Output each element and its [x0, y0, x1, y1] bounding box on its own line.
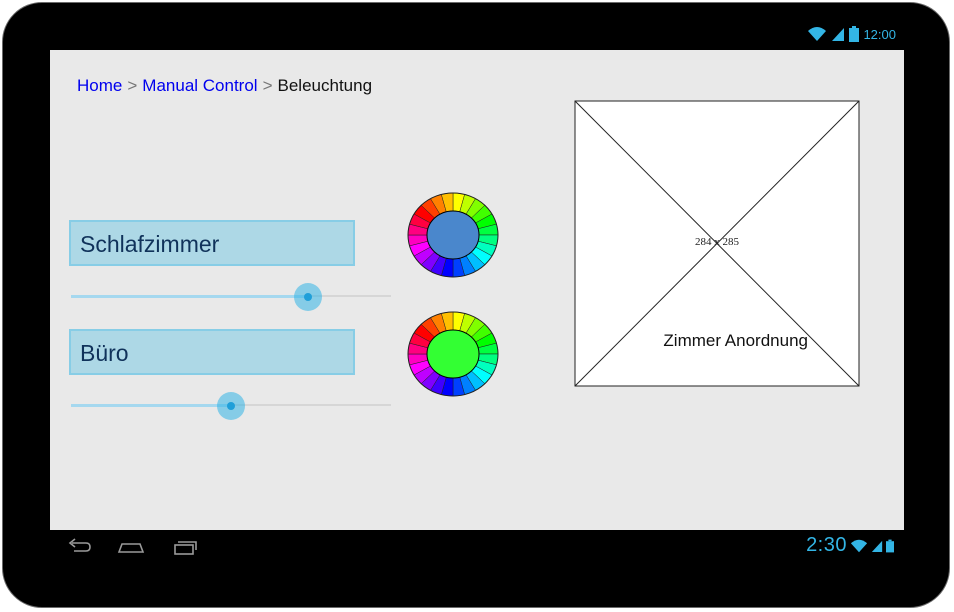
- signal-icon: [832, 28, 845, 41]
- home-icon[interactable]: [116, 536, 146, 558]
- color-wheel-schlafzimmer[interactable]: [407, 192, 499, 278]
- slider-thumb[interactable]: [217, 392, 245, 420]
- room-layout-image: 284 x 285 Zimmer Anordnung: [574, 100, 860, 387]
- breadcrumb-current: Beleuchtung: [277, 76, 373, 95]
- image-caption: Zimmer Anordnung: [663, 331, 808, 350]
- navigation-bar: 2:30: [50, 530, 904, 564]
- top-status-bar: 12:00: [50, 24, 904, 50]
- image-size-label: 284 x 285: [695, 236, 739, 248]
- recent-apps-icon[interactable]: [170, 536, 200, 558]
- app-screen: Home > Manual Control > Beleuchtung Schlafzi…: [50, 50, 904, 530]
- breadcrumb-manual-control-link[interactable]: Manual Control: [142, 76, 257, 95]
- wifi-icon: [808, 27, 827, 41]
- slider-fill: [71, 404, 231, 407]
- battery-icon: [886, 539, 894, 552]
- brightness-slider-schlafzimmer[interactable]: [71, 283, 391, 311]
- selected-color-swatch: [426, 210, 480, 260]
- wifi-icon: [850, 539, 868, 552]
- slider-thumb[interactable]: [293, 283, 322, 311]
- breadcrumb: Home > Manual Control > Beleuchtung: [77, 76, 372, 96]
- selected-color-swatch: [426, 329, 480, 379]
- breadcrumb-home-link[interactable]: Home: [77, 76, 122, 95]
- signal-icon: [871, 540, 883, 552]
- brightness-slider-buero[interactable]: [71, 392, 391, 420]
- nav-clock: 2:30: [806, 534, 847, 556]
- breadcrumb-separator: >: [262, 76, 273, 95]
- breadcrumb-separator: >: [127, 76, 138, 95]
- slider-fill: [71, 295, 308, 298]
- room-label-buero[interactable]: Büro: [69, 329, 355, 375]
- back-icon[interactable]: [64, 536, 94, 558]
- room-label-schlafzimmer[interactable]: Schlafzimmer: [69, 220, 355, 266]
- status-clock: 12:00: [863, 26, 896, 42]
- nav-status-area: 2:30: [806, 534, 894, 557]
- battery-icon: [849, 26, 860, 42]
- color-wheel-buero[interactable]: [407, 311, 499, 397]
